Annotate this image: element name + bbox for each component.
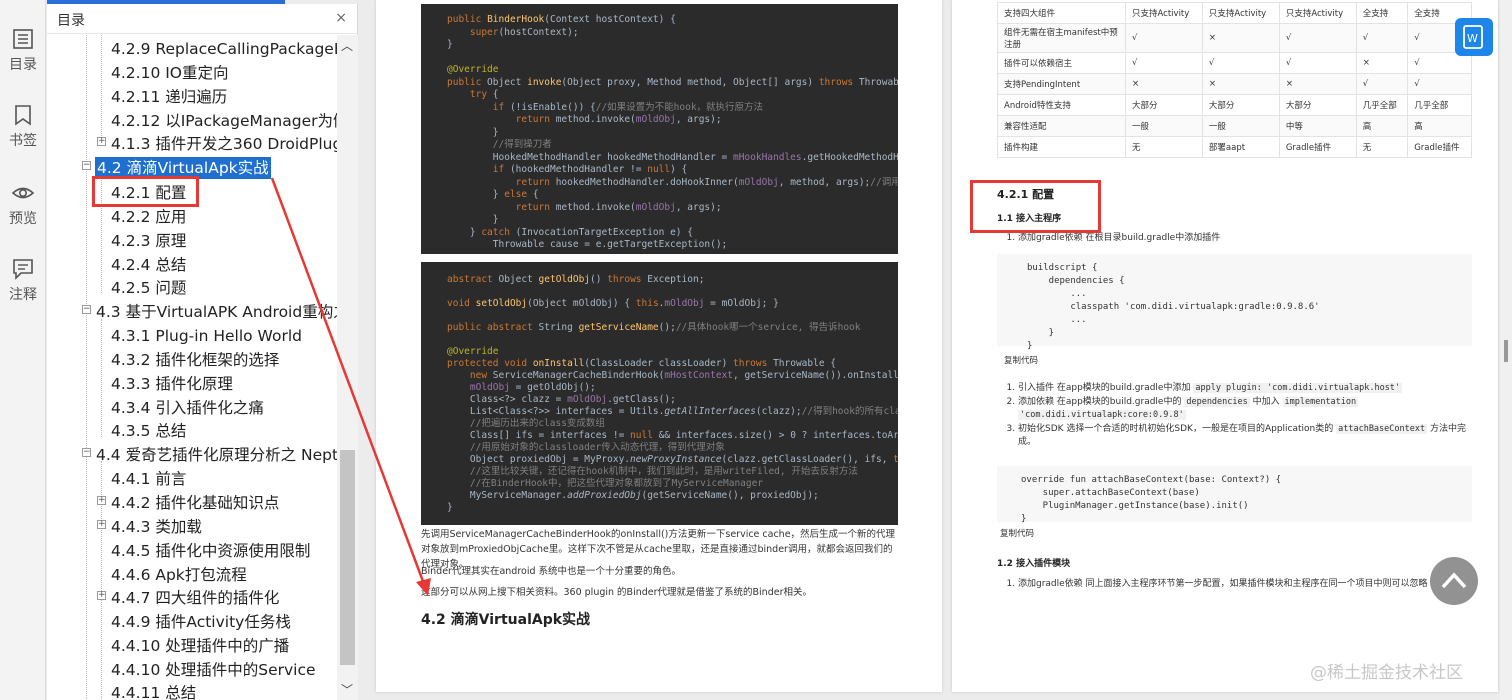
back-to-top-button[interactable] xyxy=(1430,557,1478,605)
page-scroll-thumb[interactable] xyxy=(1504,340,1508,362)
chevron-up-icon xyxy=(1441,572,1467,589)
pdf-to-word-button[interactable]: W xyxy=(1455,18,1493,56)
svg-text:W: W xyxy=(1467,32,1478,45)
annotation-arrow xyxy=(270,177,431,596)
watermark-text: @稀土掘金技术社区 xyxy=(1310,663,1463,683)
page-scrollbar[interactable] xyxy=(1500,0,1512,700)
document-convert-icon: W xyxy=(1463,25,1483,49)
